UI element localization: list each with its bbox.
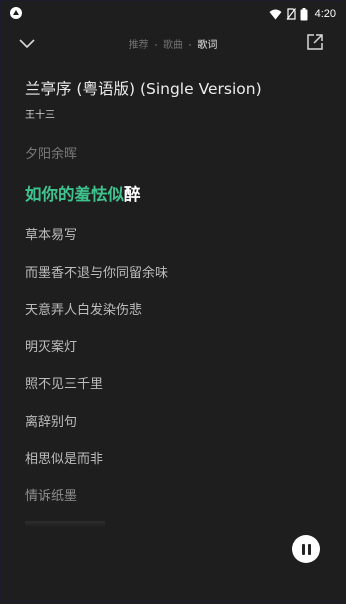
pause-bar-icon <box>301 543 305 555</box>
lyric-current-unsung: 醉 <box>124 185 141 204</box>
tab-song[interactable]: 歌曲 <box>163 36 183 51</box>
lyric-line[interactable]: 照不见三千里 <box>25 373 103 392</box>
pause-button[interactable] <box>292 535 320 563</box>
lyric-line-current[interactable]: 如你的羞怯似醉 <box>25 181 141 205</box>
no-sim-icon <box>286 8 296 20</box>
lyric-line[interactable]: 明灭案灯 <box>25 336 77 355</box>
lyric-line-previous[interactable]: 夕阳余晖 <box>25 143 77 162</box>
tab-separator <box>189 44 192 46</box>
tab-lyrics[interactable]: 歌词 <box>197 36 217 51</box>
share-icon[interactable] <box>306 33 324 51</box>
status-bar: 4:20 <box>0 0 346 28</box>
lyric-current-sung: 如你的羞怯似 <box>25 185 124 204</box>
player-header: 推荐 歌曲 歌词 <box>0 30 346 56</box>
lyric-line-faded <box>25 521 105 527</box>
tab-separator <box>154 44 157 46</box>
lyric-line[interactable]: 离辞别句 <box>25 411 77 430</box>
artist-name[interactable]: 王十三 <box>25 106 55 121</box>
status-icons: 4:20 <box>269 6 336 22</box>
song-title: 兰亭序 (粤语版) (Single Version) <box>25 80 262 98</box>
lyric-line[interactable]: 天意弄人白发染伤悲 <box>25 299 142 318</box>
pause-bar-icon <box>307 543 311 555</box>
battery-icon <box>300 7 308 20</box>
lyric-line[interactable]: 草本易写 <box>25 224 77 243</box>
app-notification-icon <box>10 7 22 19</box>
tab-recommend[interactable]: 推荐 <box>129 36 149 51</box>
status-time: 4:20 <box>314 8 336 20</box>
lyric-line[interactable]: 情诉纸墨 <box>25 485 77 504</box>
player-tabs: 推荐 歌曲 歌词 <box>0 36 346 51</box>
wifi-icon <box>269 9 282 19</box>
lyric-line[interactable]: 而墨香不退与你同留余味 <box>25 262 168 281</box>
lyric-line[interactable]: 相思似是而非 <box>25 448 103 467</box>
